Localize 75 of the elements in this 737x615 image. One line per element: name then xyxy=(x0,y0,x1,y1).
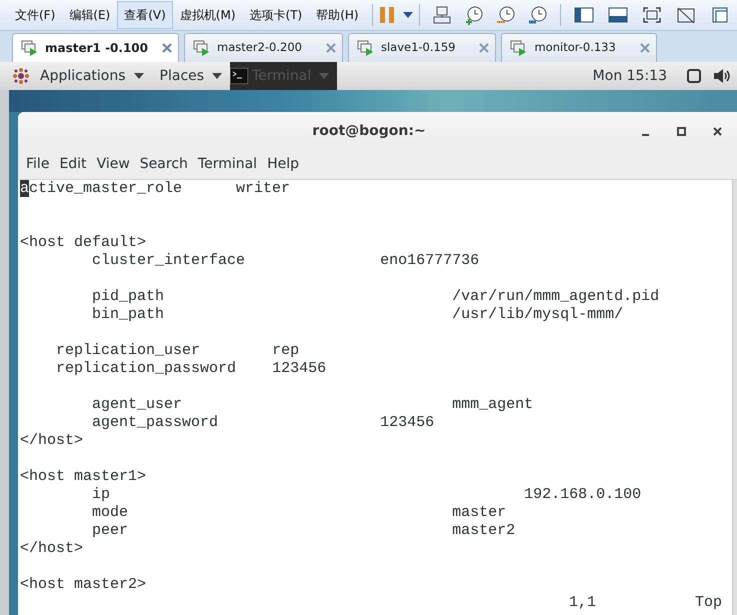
terminal-text: master xyxy=(452,504,506,521)
terminal-text: ctive_master_role xyxy=(29,180,182,197)
cursor-position: 1,1 xyxy=(569,594,596,612)
terminal-text: master2 xyxy=(452,522,516,539)
menu-item[interactable]: Help xyxy=(262,154,304,175)
menu-item[interactable]: Edit xyxy=(54,154,92,175)
terminal-text: replication_password xyxy=(56,360,236,377)
terminal-text: writer xyxy=(236,180,290,197)
close-icon[interactable] xyxy=(712,126,724,136)
terminal-text: eno16777736 xyxy=(380,252,480,269)
places-menu[interactable]: Places xyxy=(152,66,230,86)
terminal-text: agent_user xyxy=(92,396,182,413)
terminal-text: ip xyxy=(92,486,110,503)
volume-icon[interactable] xyxy=(713,68,731,84)
caret-icon xyxy=(319,73,330,79)
terminal-text: bin_path xyxy=(92,306,164,323)
terminal-text: </host> xyxy=(20,540,84,557)
revert-icon[interactable] xyxy=(496,5,516,25)
menu-item[interactable]: File xyxy=(21,154,54,175)
terminal-text: /var/run/mmm_agentd.pid xyxy=(452,288,660,305)
gnome-foot-icon xyxy=(12,67,30,85)
menu-item[interactable]: 编辑(E) xyxy=(62,1,118,29)
menu-item[interactable]: 选项卡(T) xyxy=(242,1,310,29)
window-icon[interactable] xyxy=(687,69,701,83)
maximize-icon[interactable] xyxy=(676,126,688,136)
scrollbar[interactable] xyxy=(732,180,737,615)
applications-menu[interactable]: Applications xyxy=(32,66,152,86)
menu-item[interactable]: Terminal xyxy=(192,154,262,175)
terminal-text: mode xyxy=(92,504,128,521)
terminal-icon xyxy=(230,68,248,84)
terminal-text: /usr/lib/mysql-mmm/ xyxy=(452,306,624,323)
menu-item[interactable]: View xyxy=(92,154,135,175)
terminal-text: <host master2> xyxy=(20,576,146,593)
menu-item[interactable]: 查看(V) xyxy=(117,1,173,29)
terminal-text: agent_password xyxy=(92,414,218,431)
close-icon[interactable] xyxy=(162,43,172,53)
terminal-text: <host master1> xyxy=(20,468,146,485)
cursor: a xyxy=(20,180,30,197)
terminal-text: <host default> xyxy=(20,234,146,251)
vm-tab[interactable]: monitor-0.133 xyxy=(501,33,657,62)
terminal-text: 123456 xyxy=(272,360,326,377)
window-title: root@bogon:~ xyxy=(312,122,426,140)
menu-item[interactable]: Search xyxy=(134,154,193,175)
sidebar-icon[interactable] xyxy=(574,5,594,25)
terminal-text: cluster_interface xyxy=(92,252,246,269)
vm-tab[interactable]: slave1-0.159 xyxy=(348,33,496,62)
fullscreen-icon[interactable] xyxy=(642,5,662,25)
terminal-text: replication_user xyxy=(56,342,200,359)
vm-tab[interactable]: master1 -0.100 xyxy=(12,33,180,62)
caret-icon xyxy=(212,73,222,79)
terminal-text: 123456 xyxy=(380,414,434,431)
snapshot-icon[interactable] xyxy=(464,5,484,25)
menu-item[interactable]: 虚拟机(M) xyxy=(172,1,243,29)
scroll-position: Top xyxy=(695,594,722,612)
console-view-icon[interactable] xyxy=(608,5,628,25)
caret-icon[interactable] xyxy=(402,12,413,18)
vm-icon xyxy=(21,40,39,56)
vm-icon xyxy=(356,40,375,56)
menu-item[interactable]: 帮助(H) xyxy=(309,1,366,29)
menu-item[interactable]: 文件(F) xyxy=(8,1,62,29)
terminal-text: </host> xyxy=(20,432,84,449)
clock[interactable]: Mon 15:13 xyxy=(584,66,675,86)
view-icon[interactable] xyxy=(710,5,730,25)
terminal-text: mmm_agent xyxy=(452,396,534,413)
terminal-text: pid_path xyxy=(92,288,164,305)
network-icon[interactable] xyxy=(432,5,452,25)
vm-icon xyxy=(193,40,212,56)
terminal-text: 192.168.0.100 xyxy=(524,486,642,503)
caret-icon xyxy=(134,73,144,79)
vm-icon xyxy=(510,40,528,56)
vm-tab[interactable]: master2-0.200 xyxy=(184,33,343,62)
snapshot-manager-icon[interactable] xyxy=(528,5,548,25)
terminal-text: rep xyxy=(272,342,300,359)
unity-icon[interactable] xyxy=(676,5,696,25)
terminal-text: peer xyxy=(92,522,128,539)
